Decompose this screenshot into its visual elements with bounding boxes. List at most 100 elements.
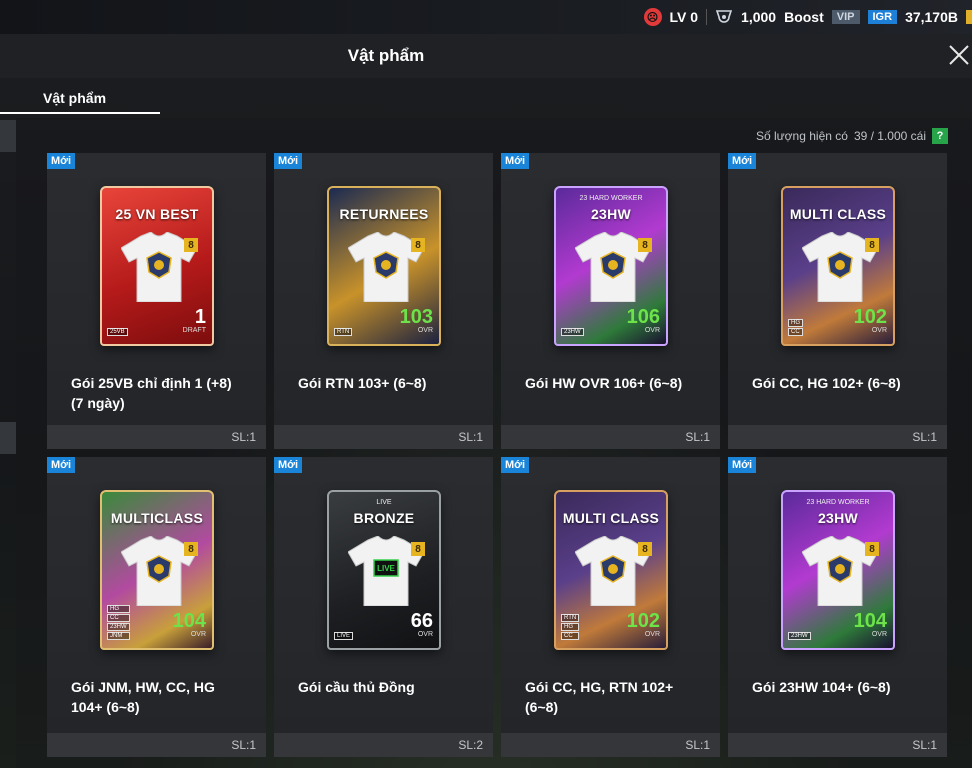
new-badge: Mới xyxy=(728,153,757,169)
item-name: Gói 25VB chỉ định 1 (+8) (7 ngày) xyxy=(71,373,251,413)
pack-tags: HG CC xyxy=(788,319,803,336)
top-status-bar: ☹ LV 0 1,000 Boost VIP IGR 37,170B xyxy=(0,0,972,34)
pack-card: RETURNEES 8 RTN 103 OVR xyxy=(327,186,441,346)
coin-icon xyxy=(715,10,733,23)
item-name: Gói HW OVR 106+ (6~8) xyxy=(525,373,705,393)
item-name: Gói cầu thủ Đồng xyxy=(298,677,478,697)
pack-art: MULTI CLASS 8 RTN HG CC 102 OVR xyxy=(554,490,668,650)
ovr-block: 104 OVR xyxy=(854,611,887,638)
upgrade-level-badge: 8 xyxy=(184,542,198,556)
pack-card: 23 HARD WORKER 23HW 8 23HW 106 OVR xyxy=(554,186,668,346)
pack-title: MULTICLASS xyxy=(110,510,204,526)
new-badge: Mới xyxy=(274,457,303,473)
upgrade-level-badge: 8 xyxy=(638,542,652,556)
item-footer: SL:1 xyxy=(501,425,720,449)
ovr-label: OVR xyxy=(417,631,433,638)
pack-art: 25 VN BEST 8 25VB 1 DRAFT xyxy=(100,186,214,346)
side-strip-1 xyxy=(0,120,16,152)
item-card[interactable]: Mới MULTICLASS 8 HG CC 23HW JNM 104 OVR Gói… xyxy=(47,457,266,757)
ovr-label: OVR xyxy=(190,631,206,638)
pack-tags: HG CC 23HW JNM xyxy=(107,605,130,640)
item-quantity: SL:1 xyxy=(231,430,256,444)
item-card[interactable]: Mới RETURNEES 8 RTN 103 OVR Gói RTN 103+… xyxy=(274,153,493,449)
item-name: Gói JNM, HW, CC, HG 104+ (6~8) xyxy=(71,677,251,717)
ovr-block: 102 OVR xyxy=(854,307,887,334)
upgrade-level-badge: 8 xyxy=(411,238,425,252)
ovr-block: 104 OVR xyxy=(173,611,206,638)
upgrade-level-badge: 8 xyxy=(638,238,652,252)
pack-art: RETURNEES 8 RTN 103 OVR xyxy=(327,186,441,346)
ovr-block: 1 DRAFT xyxy=(183,307,206,334)
pack-card: 25 VN BEST 8 25VB 1 DRAFT xyxy=(100,186,214,346)
pack-title: 23HW xyxy=(817,510,859,526)
item-card[interactable]: Mới LIVE BRONZE LIVE 8 LIVE 66 OVR Gói c… xyxy=(274,457,493,757)
item-quantity: SL:1 xyxy=(912,738,937,752)
new-badge: Mới xyxy=(728,457,757,473)
level-text: LV 0 xyxy=(669,9,699,25)
pack-subtitle: 23 HARD WORKER xyxy=(579,195,643,202)
pack-tag: LIVE xyxy=(334,632,354,640)
item-footer: SL:2 xyxy=(274,733,493,757)
ovr-label: OVR xyxy=(417,327,433,334)
pack-tag: CC xyxy=(107,614,130,622)
close-icon[interactable] xyxy=(946,42,972,68)
upgrade-level-badge: 8 xyxy=(865,542,879,556)
item-card[interactable]: Mới MULTI CLASS 8 RTN HG CC 102 OVR Gói CC… xyxy=(501,457,720,757)
pack-tags: RTN HG CC xyxy=(561,614,580,640)
pack-subtitle: 23 HARD WORKER xyxy=(806,499,870,506)
vip-badge: VIP xyxy=(831,10,860,24)
pack-subtitle: LIVE xyxy=(376,499,392,506)
pack-title: MULTI CLASS xyxy=(562,510,660,526)
pack-art: LIVE BRONZE LIVE 8 LIVE 66 OVR xyxy=(327,490,441,650)
item-quantity: SL:1 xyxy=(685,738,710,752)
pack-title: RETURNEES xyxy=(339,206,429,222)
ovr-value: 102 xyxy=(853,306,887,328)
pack-tag: 23HW xyxy=(788,632,811,640)
item-grid: Mới 25 VN BEST 8 25VB 1 DRAFT Gói 25VB c… xyxy=(47,153,947,757)
boost-label[interactable]: Boost xyxy=(784,9,824,25)
item-footer: SL:1 xyxy=(501,733,720,757)
tab-active-indicator xyxy=(0,112,160,114)
bp-text: 37,170B xyxy=(905,9,958,25)
item-quantity: SL:2 xyxy=(458,738,483,752)
pack-tag: RTN xyxy=(334,328,353,336)
ovr-label: DRAFT xyxy=(182,327,206,334)
stock-info: Số lượng hiện có 39 / 1.000 cái ? xyxy=(756,128,948,144)
help-icon[interactable]: ? xyxy=(932,128,948,144)
item-name-line1: Gói CC, HG 102+ (6~8) xyxy=(752,375,901,391)
pack-tag: 25VB xyxy=(107,328,128,336)
item-footer: SL:1 xyxy=(47,425,266,449)
pack-art: MULTICLASS 8 HG CC 23HW JNM 104 OVR xyxy=(100,490,214,650)
item-card[interactable]: Mới 25 VN BEST 8 25VB 1 DRAFT Gói 25VB c… xyxy=(47,153,266,449)
pack-tags: 23HW xyxy=(561,328,584,336)
pack-tag: RTN xyxy=(561,614,580,622)
ovr-block: 66 OVR xyxy=(411,611,433,638)
item-quantity: SL:1 xyxy=(231,738,256,752)
item-card[interactable]: Mới MULTI CLASS 8 HG CC 102 OVR Gói CC, H… xyxy=(728,153,947,449)
igr-badge: IGR xyxy=(867,10,898,24)
ovr-label: OVR xyxy=(644,327,660,334)
item-name-line1: Gói 23HW 104+ (6~8) xyxy=(752,679,891,695)
pack-tag: HG xyxy=(788,319,803,327)
ovr-block: 106 OVR xyxy=(627,307,660,334)
pack-title: MULTI CLASS xyxy=(789,206,887,222)
ovr-label: OVR xyxy=(644,631,660,638)
item-name-line1: Gói cầu thủ Đồng xyxy=(298,679,415,695)
pack-tags: RTN xyxy=(334,328,353,336)
item-name-line2: (6~8) xyxy=(525,699,559,715)
item-card[interactable]: Mới 23 HARD WORKER 23HW 8 23HW 106 OVR G… xyxy=(501,153,720,449)
ovr-value: 106 xyxy=(626,306,660,328)
tab-bar: Vật phẩm xyxy=(0,78,972,118)
ovr-value: 1 xyxy=(194,306,206,328)
pack-card: MULTI CLASS 8 RTN HG CC 102 OVR xyxy=(554,490,668,650)
new-badge: Mới xyxy=(47,457,76,473)
item-quantity: SL:1 xyxy=(458,430,483,444)
item-name-line2: (7 ngày) xyxy=(71,395,125,411)
pack-title: BRONZE xyxy=(353,510,415,526)
tab-items[interactable]: Vật phẩm xyxy=(0,90,160,114)
item-quantity: SL:1 xyxy=(685,430,710,444)
item-card[interactable]: Mới 23 HARD WORKER 23HW 8 23HW 104 OVR G… xyxy=(728,457,947,757)
pack-art: MULTI CLASS 8 HG CC 102 OVR xyxy=(781,186,895,346)
item-footer: SL:1 xyxy=(274,425,493,449)
pack-tag: CC xyxy=(561,632,580,640)
